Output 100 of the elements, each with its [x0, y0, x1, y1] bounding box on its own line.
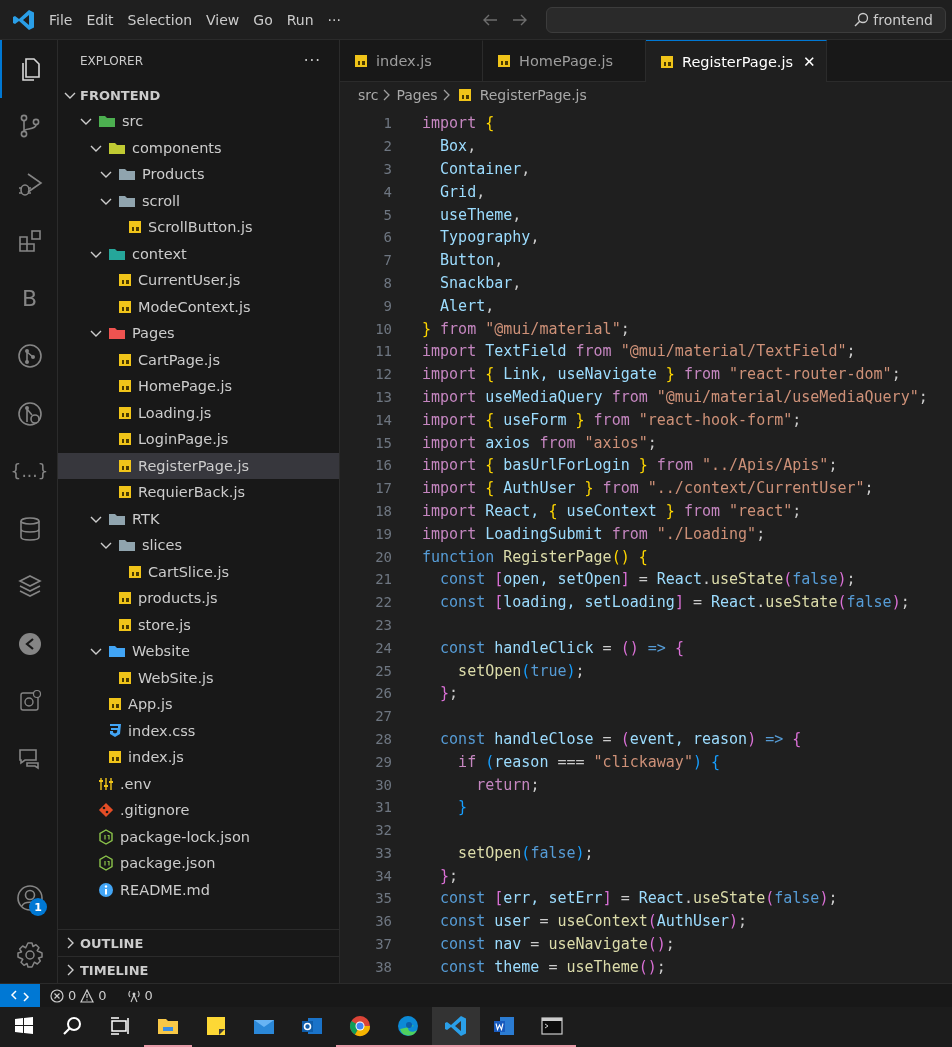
js-file-icon — [118, 379, 132, 394]
tree-item[interactable]: App.js — [58, 691, 339, 718]
breadcrumb-item[interactable]: src — [358, 87, 379, 103]
tree-item[interactable]: Website — [58, 638, 339, 665]
line-number: 15 — [374, 434, 392, 451]
tree-item[interactable]: Pages — [58, 320, 339, 347]
js-file-icon — [108, 697, 122, 712]
line-number: 1 — [382, 115, 392, 132]
menu-item[interactable]: View — [199, 8, 247, 31]
sliders-icon — [98, 775, 114, 792]
code-line: return; — [475, 775, 540, 794]
tree-item[interactable]: .env — [58, 770, 339, 797]
tree-item[interactable]: WebSite.js — [58, 664, 339, 691]
tree-item[interactable]: Products — [58, 161, 339, 188]
more-actions-button[interactable]: ··· — [303, 52, 321, 70]
code-line: const handleClose = (event, reason) => { — [439, 729, 802, 748]
js-file-icon — [118, 352, 132, 367]
tree-item[interactable]: README.md — [58, 876, 339, 903]
js-file-icon — [118, 485, 132, 500]
tree-item[interactable]: scroll — [58, 187, 339, 214]
breadcrumb-item[interactable]: Pages — [396, 87, 438, 103]
tab[interactable]: RegisterPage.js ✕ — [646, 40, 827, 82]
menu-item[interactable]: File — [42, 8, 80, 31]
terminal-icon — [540, 1014, 564, 1038]
node-icon — [98, 828, 114, 845]
section-header[interactable]: OUTLINE — [58, 929, 339, 956]
tree-item[interactable]: products.js — [58, 585, 339, 612]
activity-item[interactable]: B — [0, 270, 57, 328]
tree-item[interactable]: CartSlice.js — [58, 558, 339, 585]
line-number: 19 — [374, 525, 392, 542]
git-graph-icon — [16, 343, 43, 370]
js-file-icon — [354, 54, 368, 68]
sticky-note-icon — [204, 1014, 228, 1038]
tree-item[interactable]: RegisterPage.js — [58, 452, 339, 479]
tree-item[interactable]: LoginPage.js — [58, 426, 339, 453]
search-icon — [853, 11, 870, 28]
node-icon — [98, 855, 114, 872]
ports-button[interactable]: 0 — [126, 988, 153, 1003]
line-number: 18 — [374, 502, 392, 519]
tree-item[interactable]: context — [58, 240, 339, 267]
menu-item[interactable]: Run — [279, 8, 321, 31]
problems-button[interactable]: 0 0 — [50, 988, 107, 1003]
line-number: 7 — [382, 252, 392, 269]
code-line: const theme = useTheme(); — [439, 957, 666, 976]
account-button[interactable]: 1 — [0, 869, 57, 926]
code-line: const [loading, setLoading] = React.useState(false); — [439, 593, 910, 612]
menu-item[interactable]: Selection — [120, 8, 200, 31]
tab[interactable]: index.js — [340, 40, 483, 81]
tree-item[interactable]: RequierBack.js — [58, 479, 339, 506]
line-number: 38 — [374, 958, 392, 975]
activity-item[interactable]: {...} — [0, 442, 57, 500]
tree-item[interactable]: CurrentUser.js — [58, 267, 339, 294]
tree-item[interactable]: package.json — [58, 850, 339, 877]
folder-header[interactable]: FRONTEND — [58, 82, 339, 108]
tree-item[interactable]: store.js — [58, 611, 339, 638]
tree-item[interactable]: RTK — [58, 505, 339, 532]
tree-item[interactable]: index.js — [58, 744, 339, 771]
js-file-icon — [118, 273, 132, 288]
line-number: 3 — [382, 161, 392, 177]
vscode-logo-icon — [12, 7, 36, 32]
menu-item[interactable]: Edit — [79, 8, 121, 31]
tree-item[interactable]: ModeContext.js — [58, 293, 339, 320]
tree-item[interactable]: .gitignore — [58, 797, 339, 824]
line-number: 2 — [382, 138, 392, 155]
line-number: 13 — [374, 388, 392, 405]
remote-button[interactable] — [0, 983, 40, 1008]
command-center[interactable]: frontend — [545, 6, 946, 33]
line-number: 34 — [374, 867, 392, 884]
js-file-icon — [660, 54, 674, 69]
tree-item[interactable]: components — [58, 134, 339, 161]
code-line: Box, — [439, 137, 477, 156]
line-number: 9 — [382, 297, 392, 314]
code-line: const nav = useNavigate(); — [439, 935, 675, 954]
code-line: import TextField from "@mui/material/TextField"; — [422, 342, 856, 361]
line-number: 21 — [374, 571, 392, 588]
taskbar-button[interactable] — [432, 1007, 480, 1047]
tree-item[interactable]: src — [58, 108, 339, 135]
code-line: Snackbar, — [439, 273, 522, 292]
tree-item[interactable]: slices — [58, 532, 339, 559]
edge-icon — [396, 1014, 420, 1038]
tree-item[interactable]: Loading.js — [58, 399, 339, 426]
tree-item[interactable]: index.css — [58, 717, 339, 744]
task-view-icon — [108, 1014, 132, 1038]
code-line: function RegisterPage() { — [422, 547, 648, 566]
run-debug-icon — [16, 170, 43, 197]
code-line: import { AuthUser } from "../context/CurrentUser"; — [422, 479, 874, 498]
settings-icon — [15, 940, 44, 969]
tree-item[interactable]: HomePage.js — [58, 373, 339, 400]
menu-item[interactable]: ··· — [320, 8, 348, 31]
line-number: 8 — [382, 274, 392, 291]
code-line: import useMediaQuery from "@mui/material/useMediaQuery"; — [422, 387, 928, 406]
tree-item[interactable]: package-lock.json — [58, 823, 339, 850]
menu-item[interactable]: Go — [246, 8, 280, 31]
tree-item[interactable]: ScrollButton.js — [58, 214, 339, 241]
line-number: 12 — [374, 366, 392, 383]
tree-item[interactable]: CartPage.js — [58, 346, 339, 373]
remote-icon — [16, 630, 43, 657]
breadcrumb-item[interactable]: RegisterPage.js — [455, 87, 587, 103]
close-button[interactable]: ✕ — [803, 52, 816, 71]
account-icon — [15, 883, 44, 912]
